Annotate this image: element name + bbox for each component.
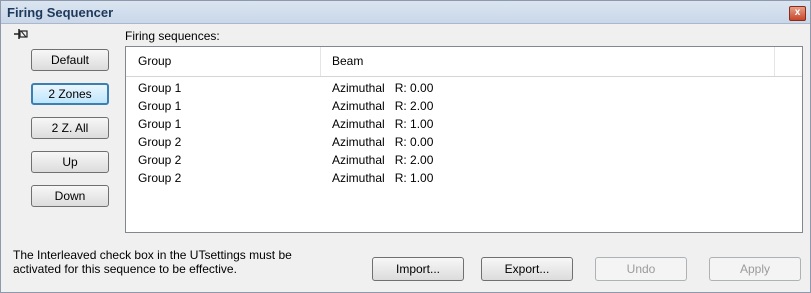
- firing-sequencer-window: Firing Sequencer x Firing sequences: Def…: [0, 0, 811, 293]
- table-row[interactable]: Group 1 Azimuthal R: 0.00: [126, 79, 802, 97]
- group-cell: Group 2: [138, 153, 182, 167]
- group-cell: Group 2: [138, 135, 182, 149]
- undo-button[interactable]: Undo: [595, 257, 687, 281]
- firing-sequences-table[interactable]: Group Beam Group 1 Azimuthal R: 0.00 Gro…: [125, 46, 803, 233]
- window-title: Firing Sequencer: [7, 5, 114, 20]
- apply-button[interactable]: Apply: [709, 257, 801, 281]
- beam-cell: Azimuthal R: 1.00: [332, 117, 434, 131]
- title-bar[interactable]: Firing Sequencer x: [1, 1, 810, 24]
- column-header-beam[interactable]: Beam: [332, 54, 363, 68]
- beam-cell: Azimuthal R: 0.00: [332, 81, 434, 95]
- table-row[interactable]: Group 2 Azimuthal R: 0.00: [126, 133, 802, 151]
- up-button[interactable]: Up: [31, 151, 109, 173]
- table-row[interactable]: Group 1 Azimuthal R: 1.00: [126, 115, 802, 133]
- beam-cell: Azimuthal R: 1.00: [332, 171, 434, 185]
- column-divider[interactable]: [774, 47, 775, 76]
- group-cell: Group 1: [138, 117, 182, 131]
- group-cell: Group 2: [138, 171, 182, 185]
- table-header: Group Beam: [126, 47, 802, 77]
- column-header-group[interactable]: Group: [138, 54, 171, 68]
- group-cell: Group 1: [138, 99, 182, 113]
- column-divider[interactable]: [320, 47, 321, 76]
- default-button[interactable]: Default: [31, 49, 109, 71]
- note-line: activated for this sequence to be effect…: [13, 262, 237, 276]
- two-zones-button[interactable]: 2 Zones: [31, 83, 109, 105]
- beam-cell: Azimuthal R: 2.00: [332, 153, 434, 167]
- firing-sequences-label: Firing sequences:: [125, 29, 220, 43]
- group-cell: Group 1: [138, 81, 182, 95]
- close-icon[interactable]: x: [789, 6, 806, 21]
- table-row[interactable]: Group 2 Azimuthal R: 1.00: [126, 169, 802, 187]
- table-row[interactable]: Group 1 Azimuthal R: 2.00: [126, 97, 802, 115]
- beam-cell: Azimuthal R: 2.00: [332, 99, 434, 113]
- note-line: The Interleaved check box in the UTsetti…: [13, 248, 292, 262]
- two-zones-all-button[interactable]: 2 Z. All: [31, 117, 109, 139]
- down-button[interactable]: Down: [31, 185, 109, 207]
- export-button[interactable]: Export...: [481, 257, 573, 281]
- import-button[interactable]: Import...: [372, 257, 464, 281]
- beam-cell: Azimuthal R: 0.00: [332, 135, 434, 149]
- interleaved-note: The Interleaved check box in the UTsetti…: [13, 248, 353, 276]
- table-row[interactable]: Group 2 Azimuthal R: 2.00: [126, 151, 802, 169]
- pin-icon[interactable]: [13, 27, 29, 43]
